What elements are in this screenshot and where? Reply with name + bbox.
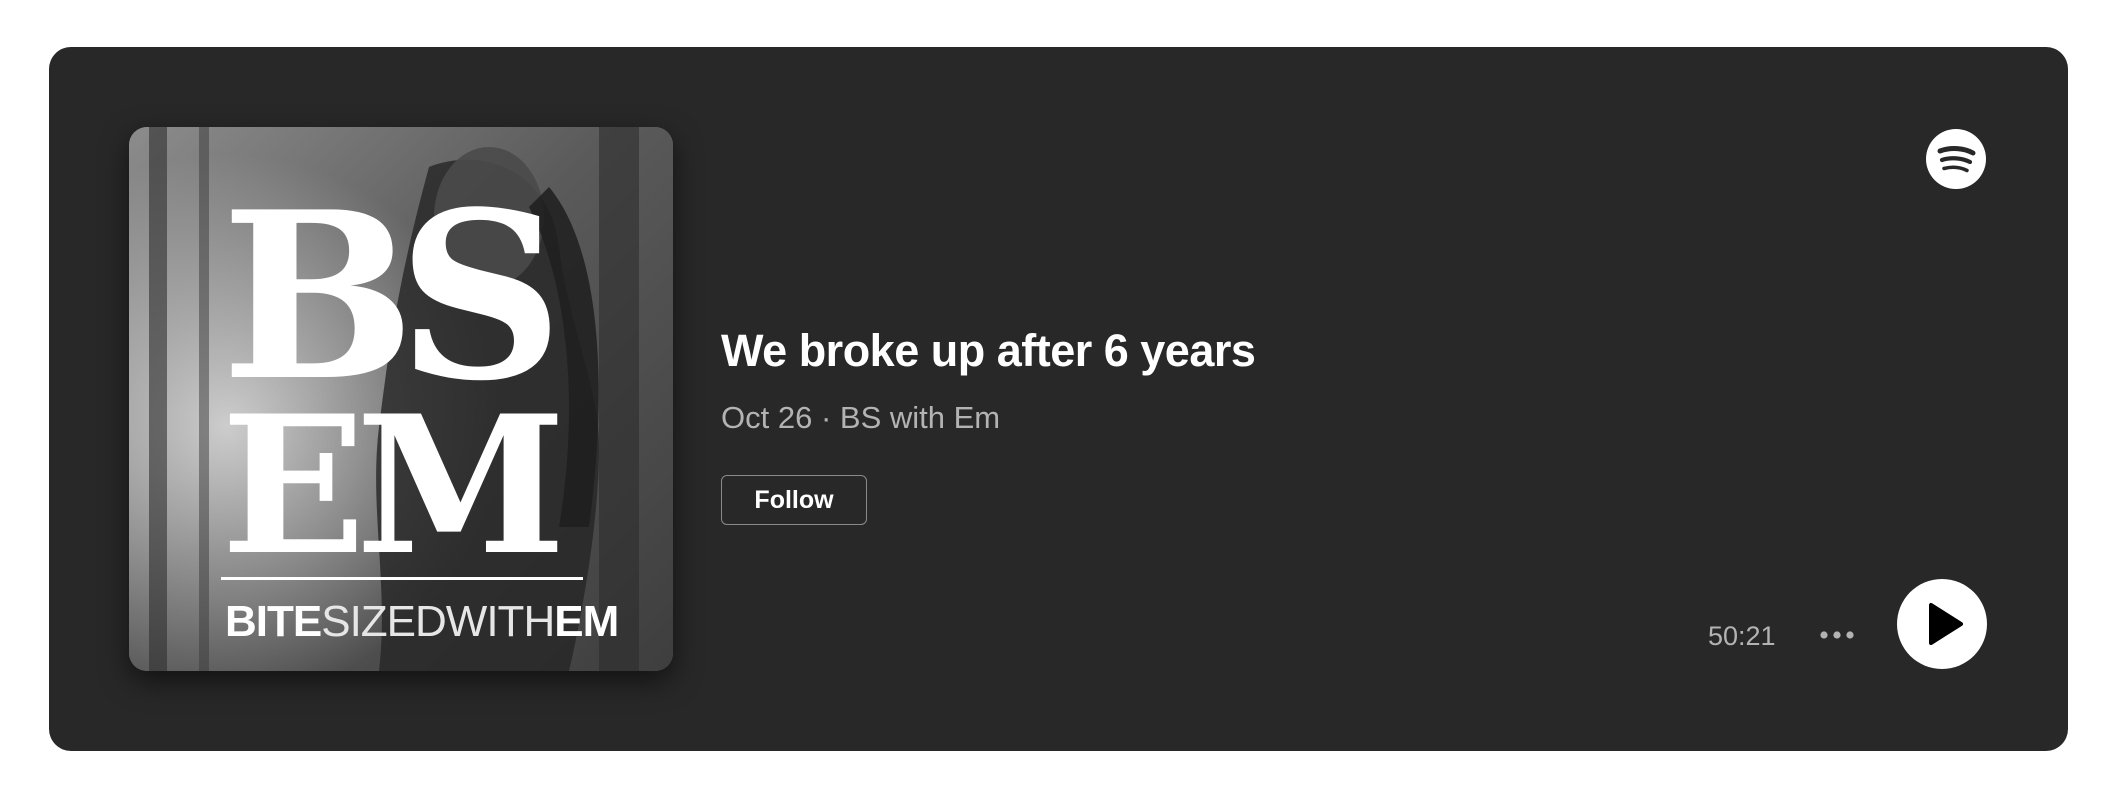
meta-separator: ·	[820, 400, 832, 435]
episode-meta: Oct 26 · BS with Em	[721, 400, 1000, 436]
cover-photo: BS EM	[129, 127, 673, 671]
cover-divider	[221, 577, 583, 580]
cover-monogram-bottom: EM	[221, 374, 558, 597]
episode-embed-card: BS EM BITESIZEDWITHEM We broke up after …	[49, 47, 2068, 751]
spotify-logo-icon[interactable]	[1926, 129, 1986, 189]
cover-tagline-bite: BITE	[225, 597, 322, 646]
play-button[interactable]	[1897, 579, 1987, 669]
episode-date: Oct 26	[721, 400, 813, 435]
more-options-button[interactable]	[1816, 614, 1858, 656]
cover-tagline-sizedwith: SIZEDWITH	[321, 597, 555, 646]
follow-button[interactable]: Follow	[721, 475, 867, 525]
episode-title[interactable]: We broke up after 6 years	[721, 325, 1256, 377]
more-horizontal-icon	[1820, 631, 1854, 639]
cover-tagline: BITESIZEDWITHEM	[225, 597, 619, 647]
play-icon	[1929, 603, 1963, 645]
episode-duration: 50:21	[1708, 621, 1776, 651]
episode-cover-art[interactable]: BS EM BITESIZEDWITHEM	[129, 127, 673, 671]
show-name[interactable]: BS with Em	[840, 400, 1000, 435]
cover-tagline-em: EM	[554, 597, 619, 646]
